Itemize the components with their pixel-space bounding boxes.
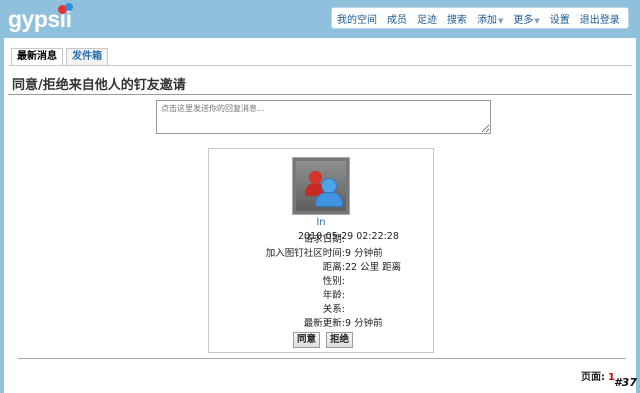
nav-settings[interactable]: 设置 [545, 11, 575, 26]
logo-blue-dot [65, 3, 73, 11]
tab-divider [8, 65, 632, 66]
reject-button[interactable]: 拒绝 [326, 332, 354, 348]
pagination: 页面: 1 [581, 368, 615, 383]
avatar[interactable] [292, 157, 350, 215]
accept-button[interactable]: 同意 [293, 332, 321, 348]
detail-request-date: 请求日期: 2010-05-29 02:22:28 [209, 231, 433, 245]
nav-members[interactable]: 成员 [382, 11, 412, 26]
chevron-down-icon: ▼ [534, 16, 540, 25]
detail-join-time: 加入图钉社区时间: 9 分钟前 [209, 245, 433, 259]
nav-more[interactable]: 更多▼ [508, 11, 544, 26]
top-bar: gypsii 我的空间 成员 足迹 搜索 添加▼ 更多▼ 设置 退出登录 [0, 0, 640, 36]
nav-my-space[interactable]: 我的空间 [332, 11, 382, 26]
tab-outbox[interactable]: 发件箱 [66, 48, 108, 65]
gypsii-logo[interactable]: gypsii [8, 2, 78, 34]
footer-divider [18, 358, 626, 359]
detail-value: 9 分钟前 [345, 318, 383, 329]
title-divider [8, 94, 632, 95]
detail-label: 最新更新: [303, 318, 345, 329]
detail-label: 年龄: [322, 290, 345, 301]
detail-relationship: 关系: [209, 301, 433, 315]
nav-logout[interactable]: 退出登录 [575, 11, 625, 26]
content-panel: 最新消息 发件箱 同意/拒绝来自他人的钉友邀请 ln 请求日期: 2010-05… [4, 38, 636, 393]
friend-request-card: ln 请求日期: 2010-05-29 02:22:28 加入图钉社区时间: 9… [208, 148, 434, 353]
page-title: 同意/拒绝来自他人的钉友邀请 [12, 78, 186, 93]
detail-label: 加入图钉社区时间: [265, 248, 345, 259]
nav-footprints[interactable]: 足迹 [412, 11, 442, 26]
detail-value: 2010-05-29 02:22:28 [298, 231, 399, 242]
users-icon [296, 161, 346, 211]
nav-search[interactable]: 搜索 [442, 11, 472, 26]
detail-label: 关系: [322, 304, 345, 315]
tab-latest-messages[interactable]: 最新消息 [11, 48, 63, 66]
detail-gender: 性别: [209, 273, 433, 287]
screenshot-index-label: #37 [614, 376, 637, 389]
detail-value: 9 分钟前 [345, 248, 383, 259]
detail-age: 年龄: [209, 287, 433, 301]
detail-last-update: 最新更新: 9 分钟前 [209, 315, 433, 329]
reply-message-input[interactable] [156, 100, 491, 134]
chevron-down-icon: ▼ [498, 16, 504, 25]
detail-label: 性别: [322, 276, 345, 287]
detail-value: 22 公里 距离 [345, 262, 402, 273]
requester-username[interactable]: ln [209, 217, 433, 228]
main-nav: 我的空间 成员 足迹 搜索 添加▼ 更多▼ 设置 退出登录 [331, 7, 629, 29]
pagination-label: 页面: [581, 372, 606, 383]
nav-add[interactable]: 添加▼ [472, 11, 508, 26]
detail-distance: 距离: 22 公里 距离 [209, 259, 433, 273]
message-tabs: 最新消息 发件箱 [11, 48, 111, 66]
detail-label: 距离: [322, 262, 345, 273]
